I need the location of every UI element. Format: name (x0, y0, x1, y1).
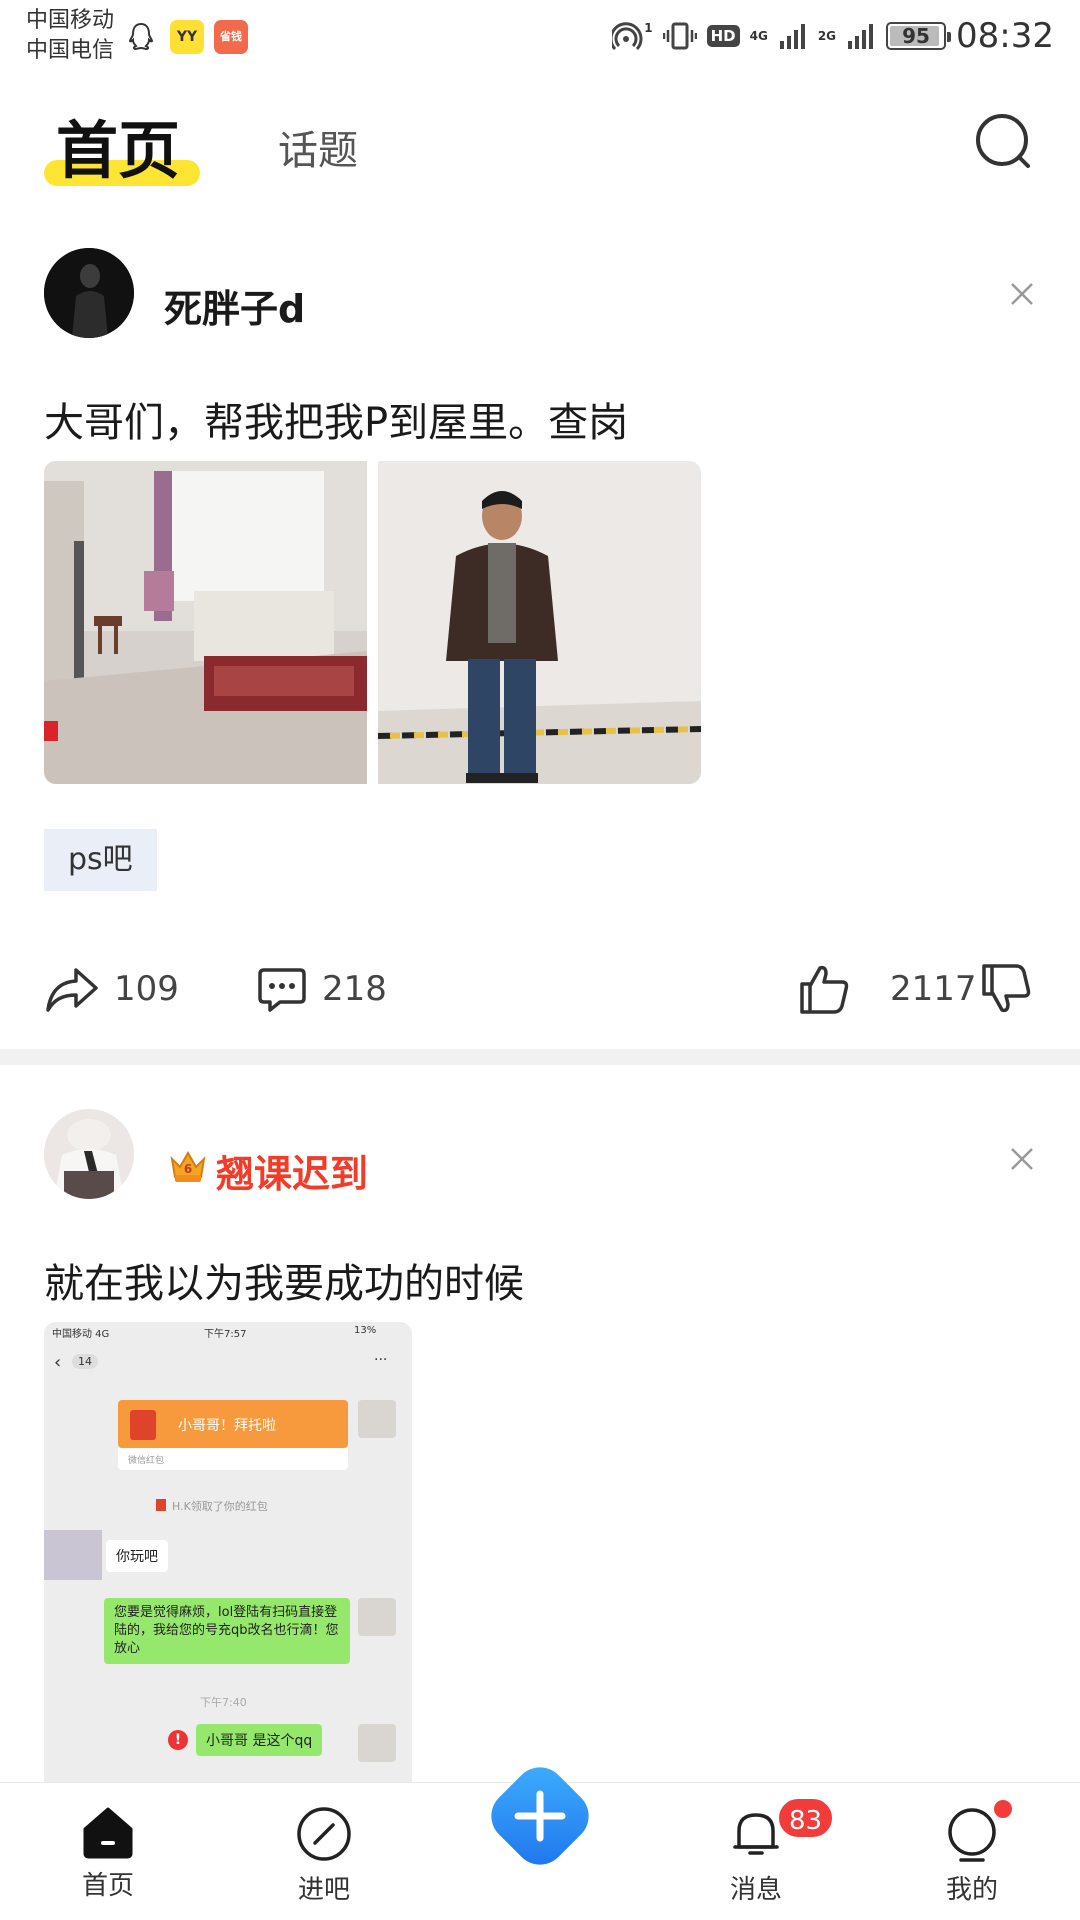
chat-avatar-self-3 (358, 1724, 396, 1762)
screenshot-back-count: 14 (72, 1354, 98, 1369)
dismiss-button[interactable] (1006, 278, 1038, 310)
post-image-person[interactable] (378, 461, 701, 784)
dismiss-button[interactable] (1006, 1143, 1038, 1175)
thumbs-up-icon (800, 965, 849, 1014)
msg-right-text: 您要是觉得麻烦，lol登陆有扫码直接登陆的，我给您的号充qb改名也行滴！您放心 (114, 1605, 339, 1656)
screenshot-status-bar: 中国移动 4G 下午7:57 13% (44, 1322, 412, 1340)
chat-avatar-other (44, 1530, 102, 1580)
dislike-button[interactable] (978, 962, 1048, 1016)
share-count: 109 (114, 969, 179, 1009)
redpacket-notice: H.K领取了你的红包 (156, 1498, 268, 1514)
close-icon (1011, 283, 1033, 305)
back-chevron-icon: ‹ (54, 1352, 62, 1373)
redpacket-icon (130, 1410, 156, 1440)
close-icon (1011, 1148, 1033, 1170)
nav-home[interactable]: 首页 (48, 1805, 168, 1902)
msg-bubble-last: 小哥哥 是这个qq (196, 1724, 323, 1756)
avatar[interactable] (44, 248, 134, 338)
create-post-button[interactable] (476, 1752, 604, 1880)
compass-icon (297, 1807, 351, 1861)
screenshot-time: 下午7:57 (204, 1329, 247, 1340)
redpacket-sub: 微信红包 (128, 1456, 165, 1466)
tab-home[interactable]: 首页 (56, 100, 180, 190)
share-icon (46, 968, 98, 1012)
svg-text:6: 6 (184, 1162, 192, 1176)
redpacket-bubble: 小哥哥！拜托啦 (118, 1400, 348, 1448)
error-icon: ! (168, 1730, 188, 1750)
like-count: 2117 (890, 969, 977, 1009)
post-image-room[interactable] (44, 461, 367, 784)
username[interactable]: 死胖子d (164, 278, 305, 333)
nav-mine[interactable]: 我的 (912, 1805, 1032, 1906)
like-button[interactable]: 2117 (796, 962, 977, 1016)
msg-left-text: 你玩吧 (116, 1549, 158, 1565)
screenshot-battery: 13% (354, 1325, 377, 1336)
plus-icon (491, 1767, 589, 1865)
profile-icon (948, 1808, 996, 1862)
notification-dot (994, 1800, 1012, 1818)
post-text[interactable]: 就在我以为我要成功的时候 (44, 1251, 524, 1309)
share-button[interactable]: 109 (44, 964, 179, 1014)
nav-mine-label: 我的 (945, 1875, 998, 1905)
chat-time-2: 下午7:40 (200, 1696, 247, 1709)
screenshot-carrier: 中国移动 4G (52, 1329, 110, 1340)
msg-bubble-left: 你玩吧 (106, 1540, 168, 1572)
post-text[interactable]: 大哥们，帮我把我P到屋里。查岗 (44, 390, 628, 448)
feed-post[interactable]: 6 翘课迟到 就在我以为我要成功的时候 中国移动 4G 下午7:57 13% ‹… (0, 1065, 1080, 1782)
comment-button[interactable]: 218 (256, 964, 387, 1014)
redpacket-notice-text: H.K领取了你的红包 (172, 1500, 268, 1513)
msg-last-text: 小哥哥 是这个qq (206, 1733, 313, 1749)
screenshot-nav: ‹ 14 ··· (44, 1346, 412, 1382)
vip-crown-icon: 6 (168, 1145, 208, 1185)
message-count-badge: 83 (776, 1796, 836, 1840)
chat-avatar-self (358, 1400, 396, 1438)
redpacket-text: 小哥哥！拜托啦 (178, 1418, 276, 1434)
username[interactable]: 翘课迟到 (216, 1143, 368, 1198)
battery-level: 95 (902, 24, 930, 48)
nav-enter-bar-label: 进吧 (297, 1875, 350, 1905)
post-divider (0, 1049, 1080, 1065)
nav-messages-label: 消息 (729, 1875, 782, 1905)
redpacket-footer: 微信红包 (118, 1448, 348, 1470)
comment-icon (258, 968, 306, 1012)
thumbs-down-icon (982, 964, 1031, 1013)
post-image-chat-screenshot[interactable]: 中国移动 4G 下午7:57 13% ‹ 14 ··· 小哥哥！拜托啦 微信红包… (44, 1322, 412, 1782)
home-icon (83, 1807, 133, 1859)
comment-count: 218 (322, 969, 387, 1009)
bar-tag[interactable]: ps吧 (44, 829, 157, 891)
avatar[interactable] (44, 1109, 134, 1199)
nav-home-label: 首页 (81, 1871, 134, 1901)
redpacket-small-icon (156, 1499, 166, 1511)
chat-avatar-self-2 (358, 1598, 396, 1636)
nav-enter-bar[interactable]: 进吧 (264, 1805, 384, 1906)
msg-bubble-right: 您要是觉得麻烦，lol登陆有扫码直接登陆的，我给您的号充qb改名也行滴！您放心 (104, 1598, 350, 1664)
screenshot-more: ··· (374, 1352, 388, 1368)
